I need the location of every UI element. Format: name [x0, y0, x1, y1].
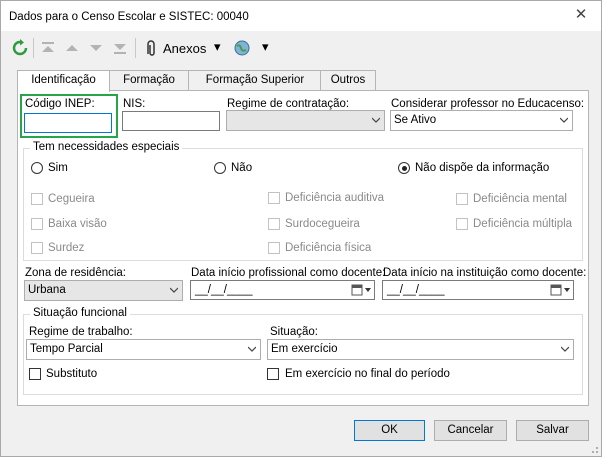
move-down-icon[interactable]: [87, 39, 105, 57]
calendar-icon[interactable]: [350, 283, 372, 297]
checkbox-exercicio-final-periodo-label: Em exercício no final do período: [285, 368, 450, 380]
situacao-select[interactable]: Em exercício: [267, 339, 574, 360]
radio-nao-label: Não: [231, 162, 253, 174]
considerar-professor-value: Se Ativo: [394, 114, 437, 126]
move-up-icon[interactable]: [63, 39, 81, 57]
zona-residencia-value: Urbana: [28, 284, 66, 296]
zona-residencia-label: Zona de residência:: [25, 267, 127, 279]
checkbox-cegueira[interactable]: [31, 193, 43, 205]
close-icon[interactable]: ✕: [574, 7, 588, 22]
window-title: Dados para o Censo Escolar e SISTEC: 000…: [9, 11, 249, 23]
save-button[interactable]: Salvar: [516, 420, 589, 441]
nis-input[interactable]: [122, 111, 220, 131]
checkbox-surdez-label: Surdez: [48, 242, 85, 254]
considerar-professor-label: Considerar professor no Educacenso:: [391, 98, 585, 110]
chevron-down-icon: [560, 117, 568, 123]
situacao-value: Em exercício: [271, 343, 338, 355]
checkbox-cegueira-label: Cegueira: [48, 193, 95, 205]
dialog-window: Dados para o Censo Escolar e SISTEC: 000…: [0, 0, 602, 457]
tab-outros[interactable]: Outros: [320, 70, 376, 91]
resize-grip-icon[interactable]: [587, 442, 599, 454]
radio-sim-label: Sim: [48, 162, 68, 174]
regime-contratacao-select[interactable]: [226, 110, 385, 131]
tab-identificacao[interactable]: Identificação: [17, 70, 110, 92]
checkbox-surdocegueira[interactable]: [268, 218, 280, 230]
data-inicio-instituicao-label: Data início na instituição como docente:: [383, 267, 587, 279]
chevron-down-icon: [248, 346, 256, 352]
paperclip-icon: [147, 40, 155, 56]
refresh-icon[interactable]: [11, 39, 29, 57]
chevron-down-icon: [372, 117, 380, 123]
codigo-inep-input[interactable]: [24, 113, 112, 133]
chevron-down-icon: [170, 287, 178, 293]
data-inicio-instituicao-input[interactable]: __/__/____: [382, 280, 574, 300]
checkbox-deficiencia-multipla-label: Deficiência múltipla: [473, 218, 573, 230]
zona-residencia-select[interactable]: Urbana: [24, 280, 183, 301]
checkbox-baixa-visao-label: Baixa visão: [48, 218, 107, 230]
globe-icon[interactable]: [233, 39, 251, 57]
move-last-icon[interactable]: [111, 39, 129, 57]
regime-trabalho-label: Regime de trabalho:: [29, 326, 133, 338]
codigo-inep-label: Código INEP:: [25, 98, 95, 110]
regime-contratacao-label: Regime de contratação:: [227, 98, 350, 110]
checkbox-deficiencia-mental[interactable]: [456, 193, 468, 205]
nis-label: NIS:: [123, 98, 146, 110]
move-first-icon[interactable]: [39, 39, 57, 57]
chevron-down-icon: [561, 346, 569, 352]
checkbox-deficiencia-auditiva-label: Deficiência auditiva: [285, 192, 385, 204]
anexos-button[interactable]: Anexos: [163, 41, 206, 56]
checkbox-baixa-visao[interactable]: [31, 218, 43, 230]
radio-sim[interactable]: [31, 162, 43, 174]
regime-trabalho-select[interactable]: Tempo Parcial: [26, 339, 261, 360]
tab-formacao[interactable]: Formação: [108, 70, 190, 91]
calendar-icon[interactable]: [549, 283, 571, 297]
situacao-label: Situação:: [270, 326, 318, 338]
checkbox-deficiencia-fisica[interactable]: [268, 242, 280, 254]
data-inicio-profissional-label: Data início profissional como docente:: [191, 267, 386, 279]
checkbox-surdez[interactable]: [31, 242, 43, 254]
checkbox-substituto[interactable]: [29, 368, 41, 380]
toolbar-separator: [33, 38, 34, 58]
checkbox-substituto-label: Substituto: [46, 368, 98, 380]
chevron-down-icon[interactable]: ▾: [262, 39, 269, 55]
checkbox-surdocegueira-label: Surdocegueira: [285, 218, 360, 230]
chevron-down-icon[interactable]: ▾: [214, 39, 221, 55]
checkbox-deficiencia-mental-label: Deficiência mental: [473, 193, 567, 205]
ok-button[interactable]: OK: [354, 420, 425, 441]
data-inicio-profissional-value: __/__/____: [195, 284, 253, 296]
tab-formacao-superior[interactable]: Formação Superior: [188, 70, 322, 91]
checkbox-deficiencia-multipla[interactable]: [456, 218, 468, 230]
situacao-funcional-title: Situação funcional: [30, 307, 130, 319]
title-bar: Dados para o Censo Escolar e SISTEC: 000…: [1, 1, 601, 31]
regime-trabalho-value: Tempo Parcial: [30, 343, 103, 355]
data-inicio-instituicao-value: __/__/____: [387, 284, 445, 296]
checkbox-deficiencia-auditiva[interactable]: [268, 192, 280, 204]
cancel-button[interactable]: Cancelar: [434, 420, 507, 441]
radio-nao-dispoe[interactable]: [398, 162, 410, 174]
radio-nao[interactable]: [214, 162, 226, 174]
necessidades-title: Tem necessidades especiais: [30, 141, 183, 153]
data-inicio-profissional-input[interactable]: __/__/____: [190, 280, 375, 300]
checkbox-exercicio-final-periodo[interactable]: [267, 368, 279, 380]
checkbox-deficiencia-fisica-label: Deficiência física: [285, 242, 372, 254]
considerar-professor-select[interactable]: Se Ativo: [390, 110, 573, 131]
radio-nao-dispoe-label: Não dispõe da informação: [415, 162, 550, 174]
toolbar-separator: [135, 38, 136, 58]
